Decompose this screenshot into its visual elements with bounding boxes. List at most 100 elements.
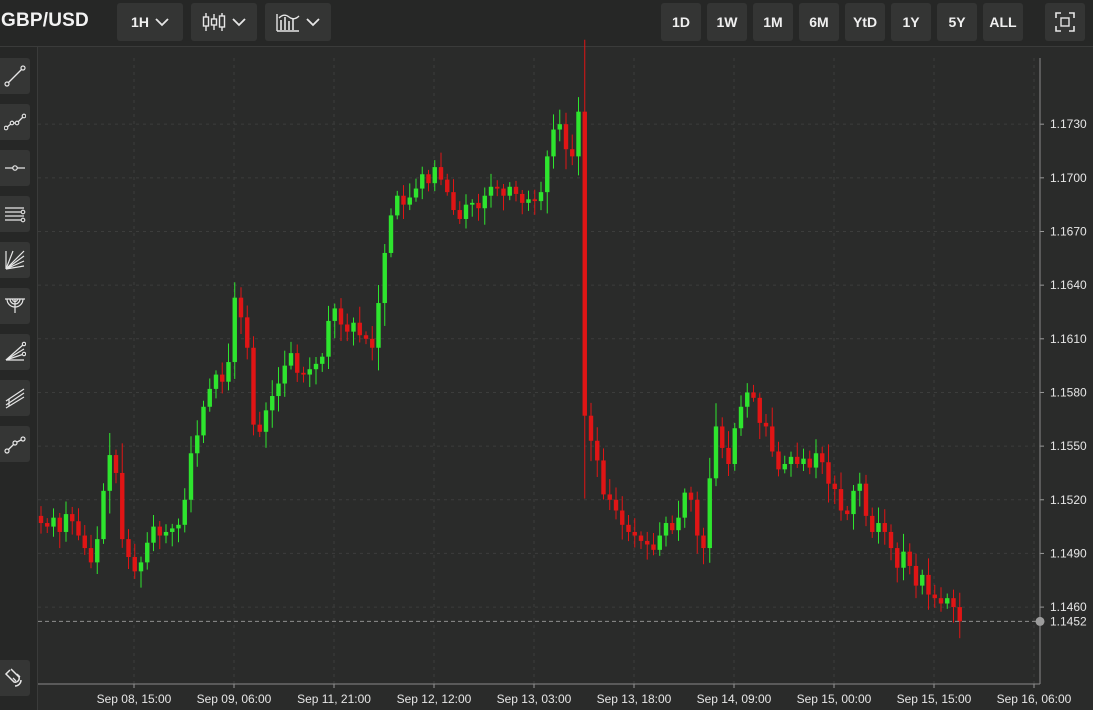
candle-up [201, 406, 206, 436]
candle-down [45, 523, 50, 527]
candle-down [770, 426, 775, 452]
candle-down [607, 494, 612, 500]
candle-up [876, 523, 881, 532]
candle-up [551, 129, 556, 157]
candle-up [195, 435, 200, 454]
candle-down [70, 514, 75, 522]
candle-down [588, 415, 594, 441]
candle-up [857, 483, 862, 491]
candle-up [351, 322, 356, 332]
candle-up [382, 252, 387, 304]
candle-up [745, 392, 750, 407]
candle-down [632, 531, 637, 536]
candle-down [295, 353, 300, 373]
candle-down [357, 322, 362, 336]
candle-up [801, 458, 806, 465]
candle-up [226, 362, 231, 382]
candle-up [395, 195, 400, 216]
candle-up [282, 365, 287, 384]
candle-down [451, 192, 456, 211]
candle-up [920, 574, 925, 586]
candle-up [388, 215, 394, 253]
candle-down [57, 517, 62, 532]
candle-down [570, 149, 575, 157]
candle-up [538, 192, 544, 202]
candle-up [407, 197, 412, 205]
y-tick-label: 1.1460 [1050, 600, 1087, 614]
candle-down [701, 535, 706, 549]
candle-up [332, 308, 337, 321]
candle-up [326, 320, 331, 357]
x-tick-label: Sep 16, 06:00 [997, 692, 1072, 706]
candle-down [245, 317, 250, 348]
candle-down [38, 515, 44, 524]
candle-down [651, 544, 656, 550]
x-tick-label: Sep 14, 09:00 [697, 692, 772, 706]
candle-up [788, 456, 794, 465]
candle-up [163, 531, 169, 536]
candle-up [851, 490, 856, 515]
x-tick-label: Sep 13, 18:00 [597, 692, 672, 706]
candle-down [882, 523, 887, 532]
candle-up [376, 303, 381, 348]
candle-down [807, 458, 812, 468]
candle-up [145, 542, 150, 563]
candle-up [463, 204, 469, 219]
candle-down [838, 489, 844, 511]
candle-up [732, 428, 737, 465]
candle-up [682, 492, 687, 518]
candle-down [688, 492, 694, 500]
chart-grid [38, 58, 1040, 684]
candle-up [526, 199, 531, 203]
candle-up [676, 517, 681, 531]
candle-down [638, 535, 644, 541]
candle-up [470, 202, 475, 205]
chart-axes: 1.1730 1.1700 1.1670 1.1640 1.1610 1.1580 1.15… [38, 58, 1087, 706]
candle-down [126, 539, 131, 558]
candle-down [582, 111, 587, 416]
y-tick-label: 1.1610 [1050, 332, 1087, 346]
candle-down [776, 451, 781, 470]
candle-up [207, 388, 212, 407]
candle-up [188, 453, 194, 500]
candle-down [845, 510, 850, 515]
candle-down [370, 338, 375, 348]
candle-down [363, 335, 369, 339]
candle-down [495, 186, 500, 189]
candle-up [320, 356, 325, 364]
candle-up [213, 374, 219, 389]
candle-down [695, 499, 700, 536]
candle-up [813, 453, 819, 468]
candle-up [263, 410, 269, 432]
candle-up [738, 406, 744, 429]
candle-down [907, 551, 912, 566]
candle-down [870, 515, 875, 532]
candle-up [482, 195, 487, 209]
candle-up [182, 499, 187, 525]
candle-up [657, 535, 662, 550]
candle-down [820, 453, 825, 463]
candle-down [457, 210, 462, 219]
candle-up [288, 353, 294, 366]
candle-down [401, 195, 406, 205]
candle-up [545, 156, 550, 193]
candle-down [513, 186, 519, 194]
candle-up [63, 514, 69, 532]
candle-down [951, 598, 956, 608]
candle-up [507, 186, 512, 196]
candle-up [138, 562, 144, 572]
x-tick-label: Sep 11, 21:00 [297, 692, 371, 706]
x-tick-label: Sep 15, 15:00 [897, 692, 972, 706]
candle-down [345, 324, 350, 332]
candle-down [913, 565, 919, 586]
x-tick-label: Sep 08, 15:00 [97, 692, 172, 706]
candle-down [957, 607, 962, 622]
candle-down [563, 124, 569, 150]
y-tick-label: 1.1550 [1050, 439, 1087, 453]
candle-down [932, 594, 937, 599]
candle-down [251, 347, 256, 425]
candle-up [713, 426, 719, 479]
candle-up [107, 455, 112, 491]
candle-up [170, 528, 175, 532]
price-chart[interactable]: 1.1730 1.1700 1.1670 1.1640 1.1610 1.1580 1.15… [0, 0, 1093, 710]
